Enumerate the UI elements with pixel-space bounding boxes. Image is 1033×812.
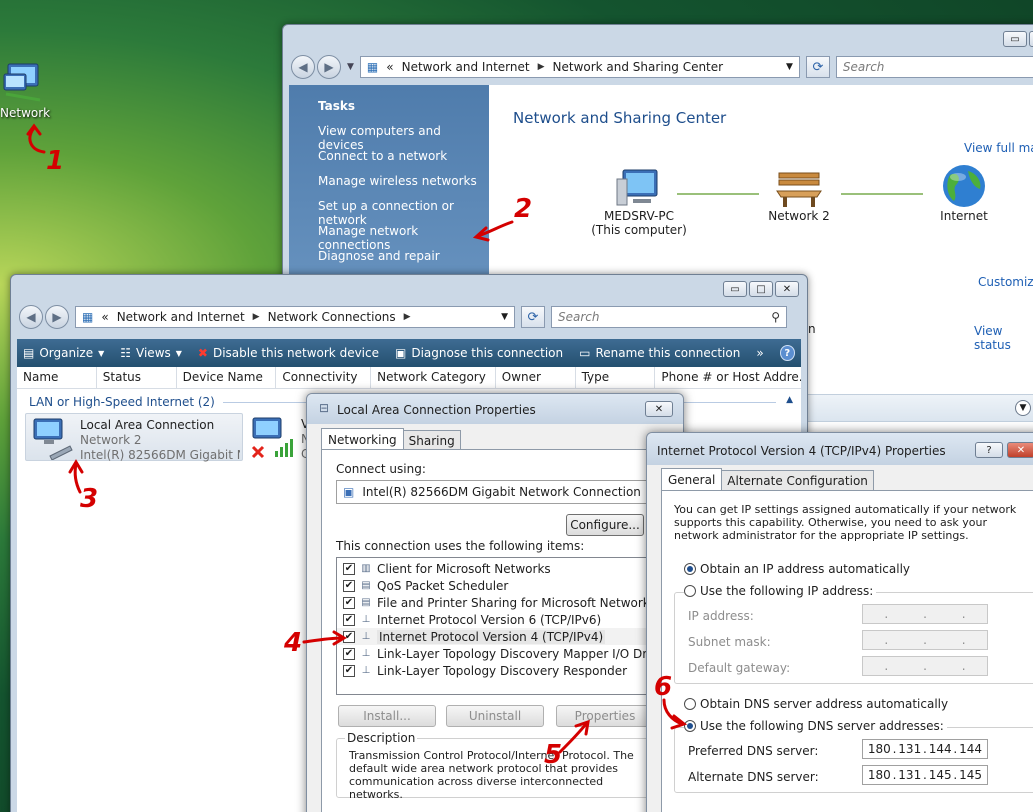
arrow-5-icon xyxy=(558,722,588,754)
annotation-5: 5 xyxy=(544,740,563,770)
annotation-1: 1 xyxy=(46,146,65,176)
annotation-4: 4 xyxy=(284,628,303,658)
annotation-3: 3 xyxy=(80,484,99,514)
annotation-arrows xyxy=(26,123,688,754)
annotation-6: 6 xyxy=(654,672,673,702)
annotation-2: 2 xyxy=(514,194,533,224)
